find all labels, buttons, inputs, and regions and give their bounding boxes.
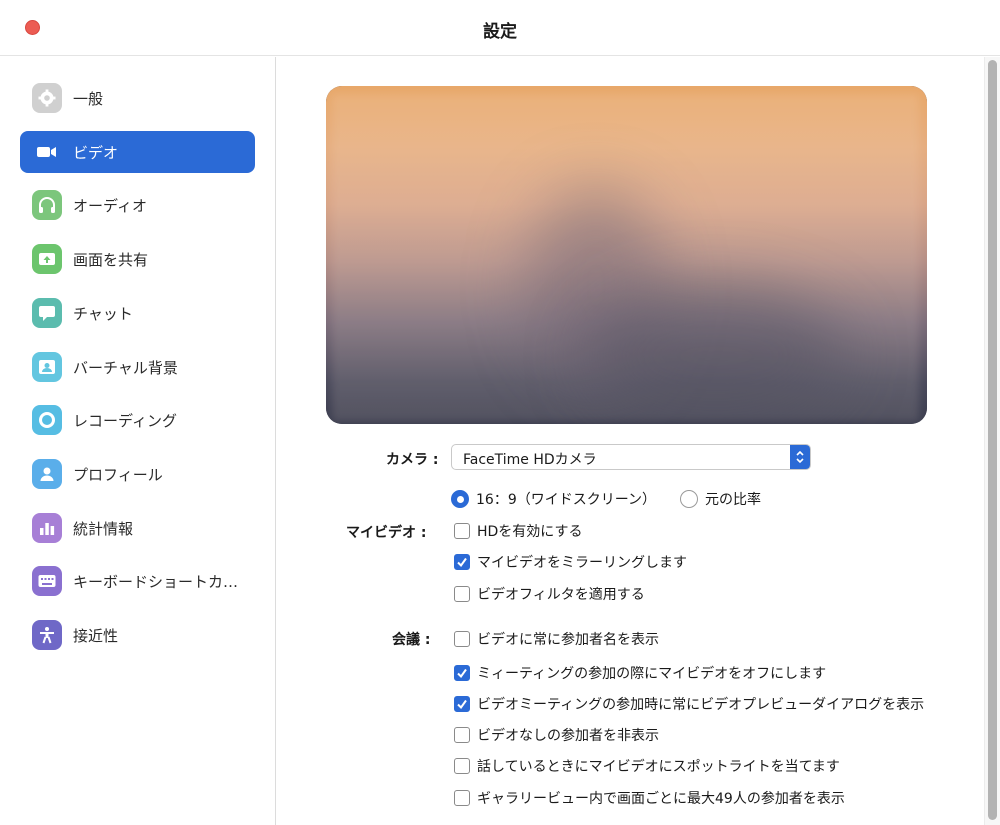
window-title: 設定 [483,22,517,42]
radio-button[interactable] [451,490,469,508]
sidebar-item-keyboard-shortcuts[interactable]: キーボードショートカ… [20,560,255,602]
sidebar-item-label: 接近性 [73,626,119,645]
checkbox[interactable] [454,665,470,681]
sidebar-item-label: バーチャル背景 [73,358,178,377]
checkbox[interactable] [454,586,470,602]
settings-window: 設定 一般 ビデオ オーディオ 画面を共有 チャット バーチャル背景 レコーディ… [0,0,1000,825]
always-show-names-option[interactable]: ビデオに常に参加者名を表示 [454,629,659,649]
radio-button[interactable] [680,490,698,508]
sidebar-item-share-screen[interactable]: 画面を共有 [20,238,255,280]
sidebar-item-audio[interactable]: オーディオ [20,184,255,226]
statistics-icon [32,513,62,543]
sidebar-item-general[interactable]: 一般 [20,77,255,119]
sidebar-item-chat[interactable]: チャット [20,292,255,334]
profile-icon [32,459,62,489]
record-icon [32,405,62,435]
scrollbar-thumb[interactable] [988,60,997,820]
sidebar-item-label: プロフィール [73,465,163,484]
my-video-label: マイビデオ : [346,525,427,541]
virtual-background-icon [32,352,62,382]
camera-preview [326,86,927,424]
sidebar-item-label: レコーディング [73,411,177,430]
sidebar-item-label: ビデオ [73,143,119,162]
select-arrows-icon [790,445,810,469]
ratio-option-widescreen[interactable]: 16：9（ワイドスクリーン） [451,489,656,509]
enable-hd-option[interactable]: HDを有効にする [454,521,582,541]
checkbox[interactable] [454,631,470,647]
gallery-49-option[interactable]: ギャラリービュー内で画面ごとに最大49人の参加者を表示 [454,788,845,808]
camera-select-value: FaceTime HDカメラ [463,452,597,468]
chat-bubble-icon [32,298,62,328]
sidebar-item-video[interactable]: ビデオ [20,131,255,173]
meeting-label: 会議 : [392,632,431,648]
hide-non-video-option[interactable]: ビデオなしの参加者を非表示 [454,725,659,745]
checkbox[interactable] [454,523,470,539]
camera-select[interactable]: FaceTime HDカメラ [451,444,811,470]
checkbox[interactable] [454,758,470,774]
sidebar-item-accessibility[interactable]: 接近性 [20,614,255,656]
scrollbar[interactable] [984,57,1000,825]
settings-sidebar: 一般 ビデオ オーディオ 画面を共有 チャット バーチャル背景 レコーディング … [0,57,276,825]
checkmark-icon [457,699,467,710]
sidebar-item-label: 統計情報 [73,519,134,538]
keyboard-icon [32,566,62,596]
headphones-icon [32,190,62,220]
turn-off-video-on-join-option[interactable]: ミィーティングの参加の際にマイビデオをオフにします [454,663,826,683]
checkmark-icon [457,557,467,568]
checkbox[interactable] [454,727,470,743]
title-bar: 設定 [0,0,1000,56]
checkbox[interactable] [454,696,470,712]
sidebar-item-label: チャット [73,304,133,323]
sidebar-item-profile[interactable]: プロフィール [20,453,255,495]
camera-label: カメラ : [386,452,439,468]
gear-icon [32,83,62,113]
video-camera-icon [32,137,62,167]
ratio-option-original[interactable]: 元の比率 [680,489,761,509]
sidebar-item-label: オーディオ [73,196,147,215]
mirror-video-option[interactable]: マイビデオをミラーリングします [454,552,687,572]
accessibility-icon [32,620,62,650]
spotlight-my-video-option[interactable]: 話しているときにマイビデオにスポットライトを当てます [454,756,840,776]
checkmark-icon [457,668,467,679]
sidebar-item-label: 一般 [73,89,104,108]
sidebar-item-statistics[interactable]: 統計情報 [20,507,255,549]
video-filter-option[interactable]: ビデオフィルタを適用する [454,584,645,604]
sidebar-item-virtual-background[interactable]: バーチャル背景 [20,346,255,388]
share-screen-icon [32,244,62,274]
sidebar-item-label: 画面を共有 [73,250,149,269]
video-settings-panel: カメラ : FaceTime HDカメラ 16：9（ワイドスクリーン） 元の比率… [277,57,984,825]
show-preview-dialog-option[interactable]: ビデオミーティングの参加時に常にビデオプレビューダイアログを表示 [454,694,924,714]
checkbox[interactable] [454,790,470,806]
sidebar-item-recording[interactable]: レコーディング [20,399,255,441]
checkbox[interactable] [454,554,470,570]
sidebar-item-label: キーボードショートカ… [73,572,239,591]
